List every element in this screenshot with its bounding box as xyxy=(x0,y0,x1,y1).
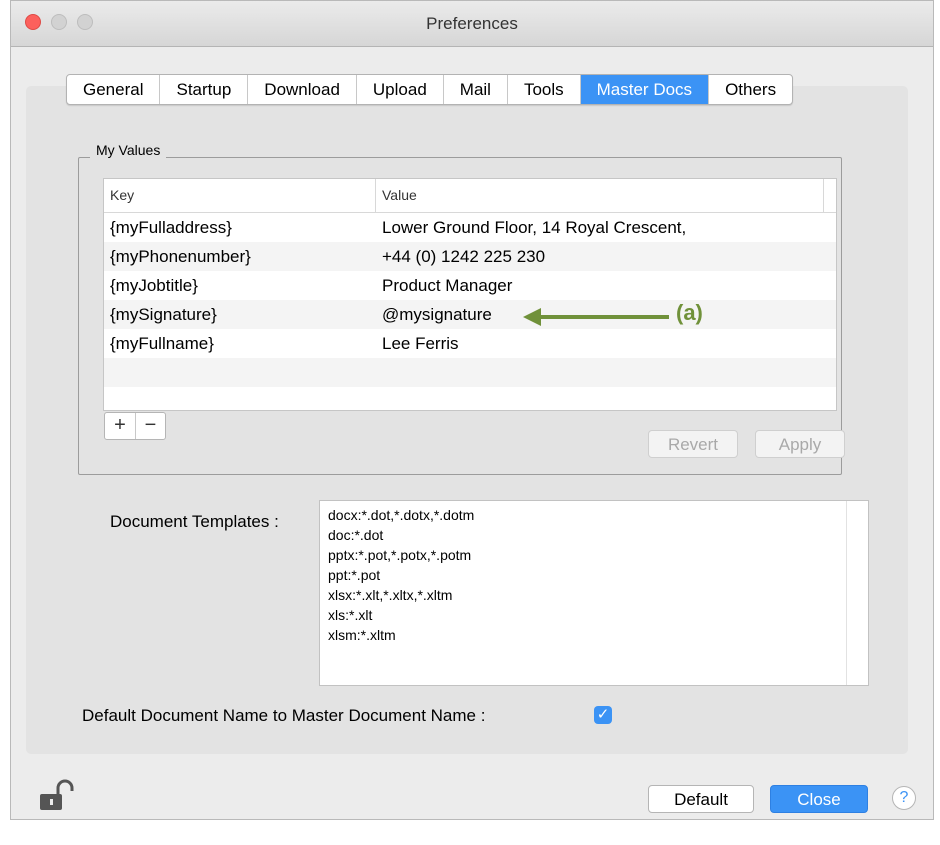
tab-others[interactable]: Others xyxy=(709,75,792,104)
template-line: docx:*.dot,*.dotx,*.dotm xyxy=(328,507,475,523)
row-key: {mySignature} xyxy=(110,305,217,324)
default-name-label: Default Document Name to Master Document… xyxy=(82,706,486,725)
add-remove-control: + − xyxy=(104,412,166,440)
annotation-arrow xyxy=(523,308,669,326)
row-value: Lee Ferris xyxy=(382,334,459,353)
tab-bar: General Startup Download Upload Mail Too… xyxy=(66,74,794,105)
title-bar: Preferences xyxy=(11,1,933,47)
remove-row-button[interactable]: − xyxy=(135,413,165,439)
table-header: Key Value xyxy=(104,179,836,213)
apply-button[interactable]: Apply xyxy=(755,430,845,458)
row-key: {myJobtitle} xyxy=(110,276,198,295)
empty-row xyxy=(104,358,836,387)
window-title: Preferences xyxy=(426,14,518,33)
templates-scrollbar[interactable] xyxy=(846,501,868,685)
tab-download[interactable]: Download xyxy=(248,75,357,104)
default-name-checkbox[interactable]: ✓ xyxy=(594,706,612,724)
template-line: xlsx:*.xlt,*.xltx,*.xltm xyxy=(328,587,453,603)
template-line: xlsm:*.xltm xyxy=(328,627,396,643)
tab-mail[interactable]: Mail xyxy=(444,75,508,104)
table-row[interactable]: {myFullname} Lee Ferris xyxy=(104,329,836,358)
close-button[interactable]: Close xyxy=(770,785,868,813)
value-column-header[interactable]: Value xyxy=(376,179,823,212)
row-key: {myFullname} xyxy=(110,334,214,353)
row-key: {myFulladdress} xyxy=(110,218,232,237)
key-column-header[interactable]: Key xyxy=(104,179,376,212)
values-table: Key Value {myFulladdress} Lower Ground F… xyxy=(103,178,837,411)
default-button[interactable]: Default xyxy=(648,785,754,813)
tab-master-docs[interactable]: Master Docs xyxy=(580,75,710,104)
table-row[interactable]: {myFulladdress} Lower Ground Floor, 14 R… xyxy=(104,213,836,242)
row-value: Lower Ground Floor, 14 Royal Crescent, xyxy=(382,218,687,237)
empty-row xyxy=(104,387,836,416)
row-value: +44 (0) 1242 225 230 xyxy=(382,247,546,266)
unlock-icon[interactable] xyxy=(36,778,76,812)
template-line: ppt:*.pot xyxy=(328,567,381,583)
table-row[interactable]: {myPhonenumber} +44 (0) 1242 225 230 xyxy=(104,242,836,271)
header-corner xyxy=(823,179,836,212)
template-line: pptx:*.pot,*.potx,*.potm xyxy=(328,547,472,563)
tab-tools[interactable]: Tools xyxy=(508,75,581,104)
templates-text: docx:*.dot,*.dotx,*.dotm doc:*.dot pptx:… xyxy=(328,505,474,645)
tab-startup[interactable]: Startup xyxy=(160,75,249,104)
add-row-button[interactable]: + xyxy=(105,413,135,439)
row-key: {myPhonenumber} xyxy=(110,247,251,266)
template-line: xls:*.xlt xyxy=(328,607,373,623)
table-row[interactable]: {myJobtitle} Product Manager xyxy=(104,271,836,300)
document-templates-field[interactable]: docx:*.dot,*.dotx,*.dotm doc:*.dot pptx:… xyxy=(319,500,869,686)
template-line: doc:*.dot xyxy=(328,527,384,543)
tab-upload[interactable]: Upload xyxy=(357,75,444,104)
tab-general[interactable]: General xyxy=(67,75,161,104)
revert-button[interactable]: Revert xyxy=(648,430,738,458)
row-value: Product Manager xyxy=(382,276,513,295)
checkmark-icon: ✓ xyxy=(596,706,610,723)
table-row[interactable]: {mySignature} @mysignature xyxy=(104,300,836,329)
annotation-label: (a) xyxy=(676,300,703,325)
help-icon[interactable]: ? xyxy=(892,786,916,810)
my-values-label: My Values xyxy=(90,142,167,158)
document-templates-label: Document Templates : xyxy=(110,512,279,531)
